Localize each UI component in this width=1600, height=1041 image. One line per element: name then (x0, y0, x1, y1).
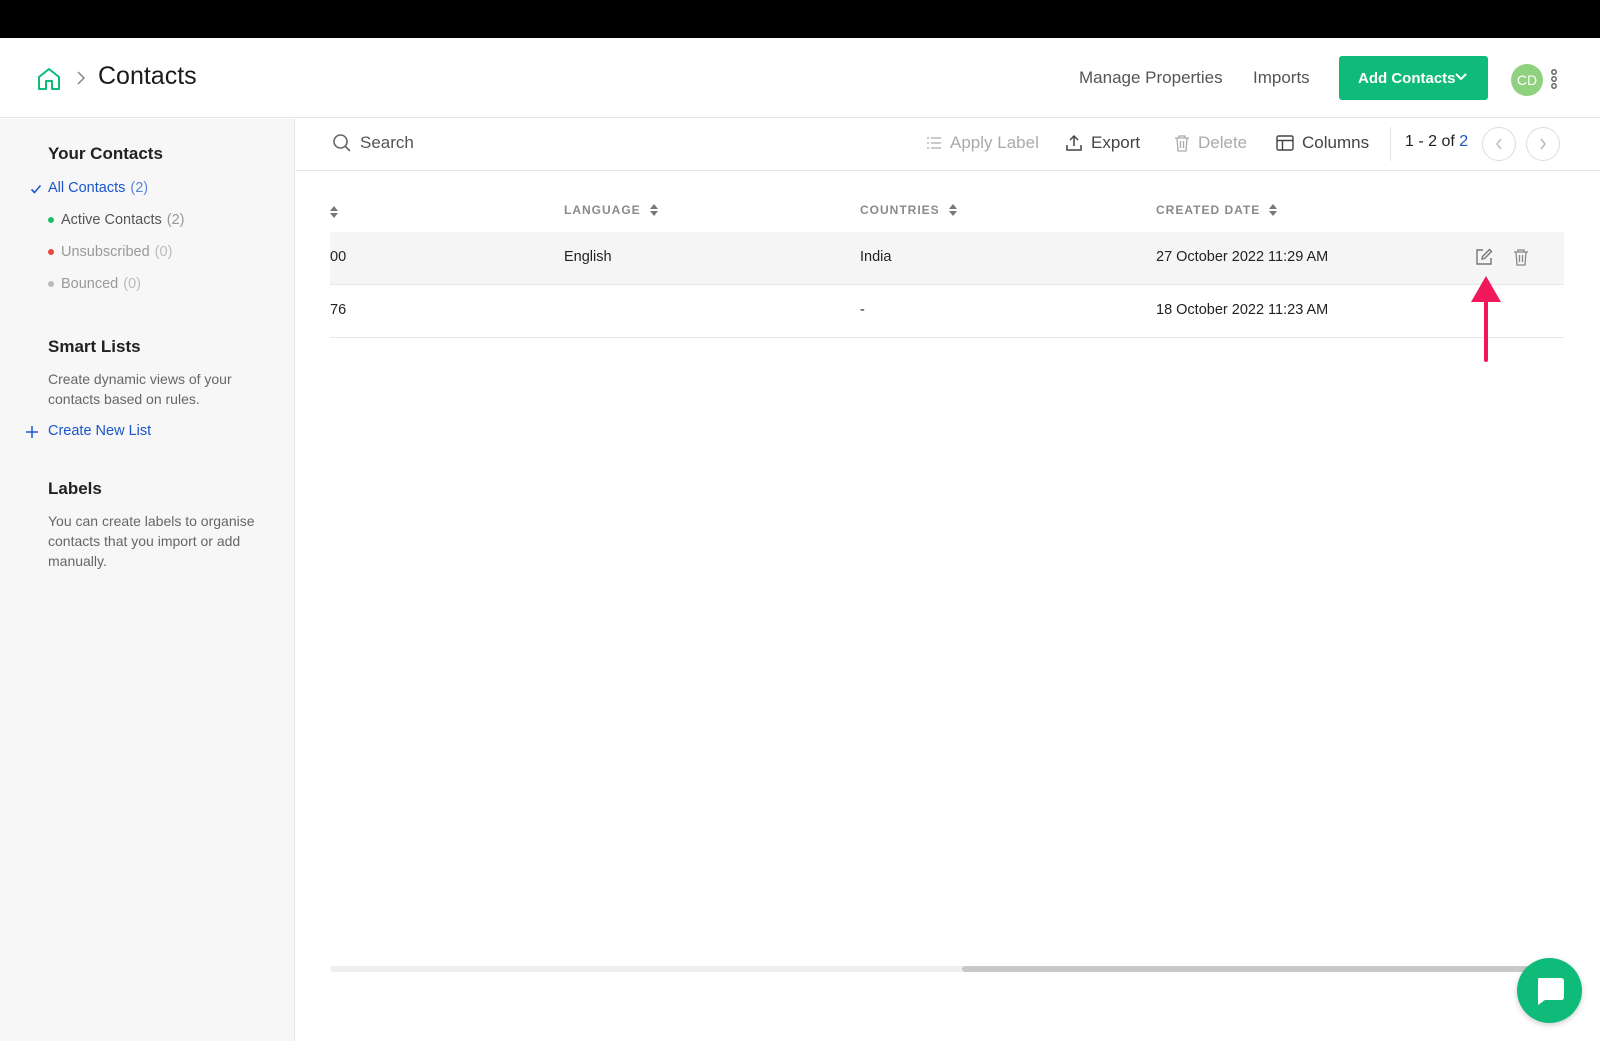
status-dot (48, 281, 54, 287)
chevron-right-icon (1540, 138, 1546, 150)
apply-label-button[interactable]: Apply Label (926, 133, 1039, 153)
chat-widget-button[interactable] (1517, 958, 1582, 1023)
status-dot (48, 249, 54, 255)
contacts-toolbar: Search Apply Label Export Delete Columns… (296, 119, 1600, 171)
sidebar-item-label: Bounced (61, 276, 119, 292)
sidebar-item-count: (0) (154, 244, 173, 260)
chevron-left-icon (1496, 138, 1502, 150)
search-icon (333, 134, 351, 152)
sort-icon (948, 204, 957, 216)
columns-text: Columns (1302, 133, 1370, 152)
page-header: Contacts Manage Properties Imports Add C… (0, 38, 1600, 118)
search-field[interactable]: Search (332, 133, 414, 153)
sidebar-item-label: Active Contacts (61, 212, 162, 228)
sidebar-item-count: (2) (130, 180, 149, 196)
browser-top-bar (0, 0, 1600, 38)
sidebar: Your Contacts All Contacts (2) Active Co… (0, 119, 295, 1041)
chevron-right-icon (77, 71, 86, 85)
chat-icon (1537, 977, 1564, 1005)
column-header-created-date[interactable]: CREATED DATE (1156, 202, 1278, 218)
cell-language: English (564, 249, 612, 265)
search-input[interactable]: Search (360, 133, 414, 153)
pagination-info: 1 - 2 of 2 (1405, 133, 1468, 151)
column-header-language[interactable]: LANGUAGE (564, 202, 659, 218)
check-icon (30, 184, 42, 194)
sidebar-item-bounced[interactable]: Bounced (0) (48, 276, 141, 292)
edit-icon[interactable] (1473, 246, 1495, 268)
prev-page-button[interactable] (1482, 127, 1516, 161)
cell-country: - (860, 302, 865, 318)
pager-of: of (1441, 133, 1455, 150)
export-text: Export (1091, 133, 1141, 152)
manage-properties-link[interactable]: Manage Properties (1079, 68, 1223, 88)
sidebar-item-label: All Contacts (48, 180, 126, 196)
export-button[interactable]: Export (1065, 133, 1140, 153)
pager-total: 2 (1459, 133, 1469, 150)
labels-heading: Labels (48, 479, 102, 498)
sort-icon[interactable] (330, 205, 338, 219)
delete-text: Delete (1198, 133, 1248, 152)
cell-partial: 00 (330, 249, 347, 265)
annotation-arrow-icon (1471, 276, 1501, 362)
next-page-button[interactable] (1526, 127, 1560, 161)
imports-link[interactable]: Imports (1253, 68, 1310, 88)
sidebar-item-label: Unsubscribed (61, 244, 150, 260)
column-header-countries[interactable]: COUNTRIES (860, 202, 958, 218)
labels-description: You can create labels to organise contac… (48, 513, 255, 569)
cell-partial: 76 (330, 302, 347, 318)
upload-icon (1066, 134, 1082, 151)
create-new-list-link[interactable]: Create New List (48, 423, 151, 439)
page-title: Contacts (98, 62, 197, 90)
cell-created-date: 18 October 2022 11:23 AM (1156, 302, 1329, 318)
toolbar-divider (1390, 127, 1391, 161)
sort-icon (1269, 204, 1278, 216)
columns-button[interactable]: Columns (1276, 133, 1369, 153)
sidebar-item-count: (2) (166, 212, 185, 228)
home-icon[interactable] (36, 66, 62, 92)
cell-country: India (860, 249, 892, 265)
sidebar-item-active-contacts[interactable]: Active Contacts (2) (48, 212, 184, 228)
sidebar-item-unsubscribed[interactable]: Unsubscribed (0) (48, 244, 172, 260)
sidebar-item-all-contacts[interactable]: All Contacts (2) (48, 180, 148, 196)
add-contacts-label: Add Contacts (1358, 69, 1456, 87)
delete-button[interactable]: Delete (1174, 133, 1247, 153)
smart-lists-description: Create dynamic views of your contacts ba… (48, 371, 232, 407)
kebab-icon[interactable] (1550, 68, 1558, 90)
trash-icon (1175, 135, 1189, 152)
cell-created-date: 27 October 2022 11:29 AM (1156, 249, 1329, 265)
chevron-down-icon (1455, 73, 1467, 81)
trash-icon[interactable] (1510, 246, 1532, 268)
sidebar-item-count: (0) (123, 276, 141, 292)
list-icon (927, 137, 941, 149)
horizontal-scrollbar-thumb[interactable] (962, 966, 1542, 972)
your-contacts-heading: Your Contacts (48, 144, 163, 163)
table-row[interactable]: 00 English India 27 October 2022 11:29 A… (330, 232, 1564, 285)
columns-icon (1276, 135, 1294, 151)
pager-range: 1 - 2 (1405, 133, 1438, 150)
apply-label-text: Apply Label (950, 133, 1039, 152)
smart-lists-heading: Smart Lists (48, 337, 141, 356)
add-contacts-button[interactable]: Add Contacts (1339, 56, 1488, 100)
plus-icon[interactable] (25, 425, 39, 439)
avatar[interactable]: CD (1511, 64, 1543, 96)
sort-icon (649, 204, 658, 216)
status-dot (48, 217, 54, 223)
table-row[interactable]: 76 - 18 October 2022 11:23 AM (330, 285, 1564, 338)
